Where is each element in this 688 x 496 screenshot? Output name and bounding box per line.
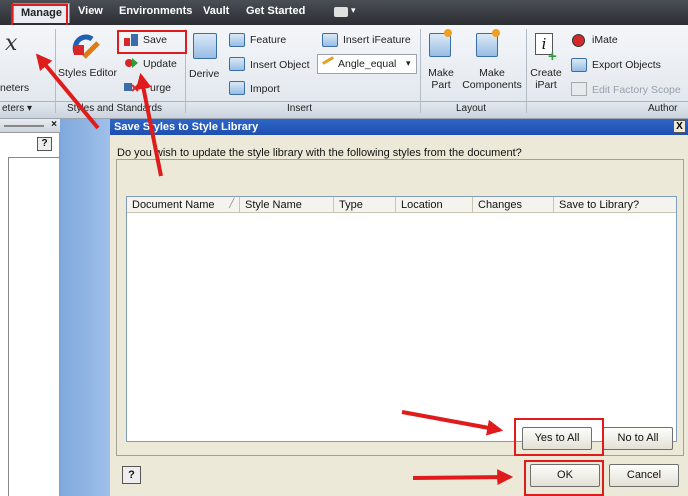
update-button[interactable]: Update	[143, 58, 177, 70]
make-components-button[interactable]: Make Components	[460, 67, 524, 91]
purge-style-icon	[124, 83, 139, 92]
insert-object-icon	[229, 57, 245, 71]
feature-icon	[229, 33, 245, 47]
close-icon[interactable]: ×	[51, 119, 57, 130]
derive-button[interactable]: Derive	[189, 68, 219, 80]
cancel-button[interactable]: Cancel	[609, 464, 679, 487]
chevron-down-icon: ▾	[406, 58, 411, 68]
video-icon[interactable]	[334, 7, 348, 17]
browser-panel-header: ×	[0, 119, 60, 133]
edit-factory-scope-button[interactable]: Edit Factory Scope	[592, 84, 681, 96]
menu-vault[interactable]: Vault	[203, 5, 229, 17]
browser-panel: × ?	[0, 119, 60, 496]
imate-icon	[572, 34, 585, 47]
styles-editor-icon[interactable]	[70, 31, 102, 61]
derive-icon[interactable]	[193, 33, 217, 59]
import-icon	[229, 81, 245, 95]
insert-ifeature-button[interactable]: Insert iFeature	[343, 34, 411, 46]
no-to-all-button[interactable]: No to All	[603, 427, 673, 450]
import-button[interactable]: Import	[250, 83, 280, 95]
edit-factory-scope-icon	[571, 82, 587, 96]
styles-list-header: Document Name ╱ Style Name Type Location…	[127, 197, 676, 213]
insert-panel-label: Insert	[287, 103, 313, 114]
insert-object-button[interactable]: Insert Object	[250, 59, 310, 71]
imate-button[interactable]: iMate	[592, 34, 618, 46]
insert-ifeature-icon	[322, 33, 338, 47]
styles-panel-label: Styles and Standards	[67, 103, 163, 114]
help-button[interactable]: ?	[122, 466, 141, 484]
ribbon: 𝑥 neters eters ▾ Styles Editor Save Upda…	[0, 25, 688, 119]
sort-icon: ╱	[229, 198, 235, 208]
menu-environments[interactable]: Environments	[119, 5, 192, 17]
feature-button[interactable]: Feature	[250, 34, 286, 46]
highlight-ok	[524, 460, 604, 496]
menu-bar: Manage View Environments Vault Get Start…	[0, 0, 688, 25]
dialog-title-bar[interactable]: Save Styles to Style Library X	[110, 119, 688, 135]
update-style-icon	[125, 58, 138, 68]
sparkle-icon	[492, 29, 500, 37]
ruler-icon	[322, 56, 334, 65]
column-location[interactable]: Location	[396, 197, 473, 213]
column-style-name[interactable]: Style Name	[240, 197, 334, 213]
dialog-title: Save Styles to Style Library	[114, 121, 259, 133]
make-part-button[interactable]: Make Part	[426, 67, 456, 91]
layout-panel-label: Layout	[456, 103, 487, 114]
export-objects-icon	[571, 58, 587, 72]
column-document-name[interactable]: Document Name	[127, 197, 240, 213]
background-strip	[60, 119, 110, 496]
parameters-dropdown[interactable]: eters ▾	[2, 103, 32, 117]
angle-dropdown-value: Angle_equal	[338, 58, 397, 70]
dialog-close-button[interactable]: X	[673, 120, 686, 133]
column-type[interactable]: Type	[334, 197, 396, 213]
styles-editor-button[interactable]: Styles Editor	[58, 67, 117, 79]
author-panel-label: Author	[648, 103, 678, 114]
angle-dropdown[interactable]: Angle_equal ▾	[317, 54, 417, 74]
chevron-down-icon[interactable]: ▾	[351, 5, 356, 16]
column-save-to-library[interactable]: Save to Library?	[554, 197, 676, 213]
help-icon[interactable]: ?	[37, 137, 52, 151]
plus-icon: +	[548, 48, 557, 65]
menu-get-started[interactable]: Get Started	[246, 5, 305, 17]
sparkle-icon	[444, 29, 452, 37]
column-changes[interactable]: Changes	[473, 197, 554, 213]
grip-handle[interactable]	[4, 125, 44, 127]
purge-button[interactable]: Purge	[143, 82, 171, 94]
browser-tree[interactable]	[8, 157, 60, 496]
styles-list[interactable]: Document Name ╱ Style Name Type Location…	[126, 196, 677, 442]
parameters-button[interactable]: neters	[0, 82, 29, 94]
highlight-save	[117, 30, 187, 54]
fx-icon[interactable]: 𝑥	[5, 31, 17, 56]
highlight-yes-to-all	[514, 418, 604, 456]
export-objects-button[interactable]: Export Objects	[592, 59, 661, 71]
dialog-question: Do you wish to update the style library …	[117, 147, 522, 159]
create-ipart-button[interactable]: Create iPart	[528, 67, 564, 91]
menu-view[interactable]: View	[78, 5, 103, 17]
